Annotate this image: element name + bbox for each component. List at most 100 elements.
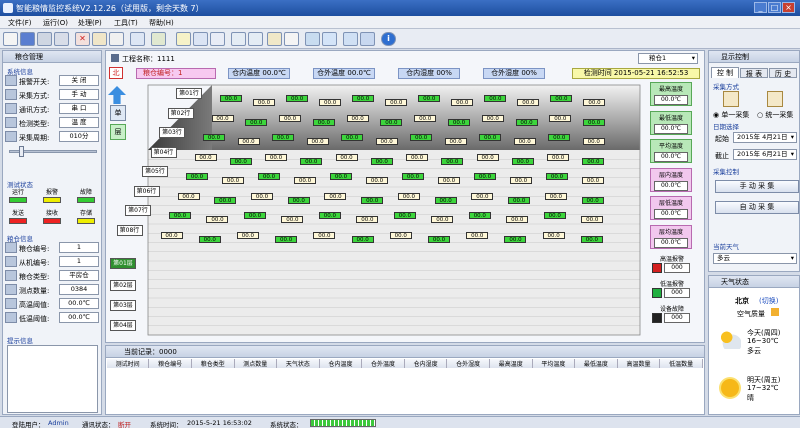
tab-history[interactable]: 历 史	[769, 68, 797, 78]
sensor-cell[interactable]: 00.0	[582, 157, 605, 165]
column-header[interactable]: 平均温度	[532, 359, 576, 368]
sensor-cell[interactable]: 00.0	[169, 212, 191, 219]
sensor-cell[interactable]: 00.0	[583, 118, 606, 126]
connect-icon[interactable]	[151, 32, 166, 46]
sensor-cell[interactable]: 00.0	[543, 212, 566, 219]
new-icon[interactable]	[3, 32, 18, 46]
sensor-cell[interactable]: 00.0	[177, 192, 200, 200]
sensor-cell[interactable]: 00.0	[220, 95, 242, 102]
sensor-cell[interactable]: 00.0	[313, 231, 336, 239]
sensor-cell[interactable]: 00.0	[484, 95, 507, 102]
menu-process[interactable]: 处理(P)	[78, 18, 102, 28]
sensor-cell[interactable]: 00.0	[380, 118, 403, 126]
sensor-cell[interactable]: 00.0	[186, 173, 208, 180]
period-slider-thumb[interactable]	[19, 146, 24, 157]
sensor-cell[interactable]: 00.0	[513, 138, 536, 145]
sensor-cell[interactable]: 00.0	[580, 235, 603, 243]
menu-file[interactable]: 文件(F)	[8, 18, 32, 28]
sensor-cell[interactable]: 00.0	[335, 153, 358, 161]
sensor-cell[interactable]: 00.0	[447, 118, 470, 126]
sensor-cell[interactable]: 00.0	[504, 235, 527, 243]
sensor-cell[interactable]: 00.0	[312, 118, 335, 126]
image-icon[interactable]	[305, 32, 320, 46]
sensor-cell[interactable]: 00.0	[229, 157, 252, 165]
sensor-cell[interactable]: 00.0	[582, 177, 604, 184]
sensor-cell[interactable]: 00.0	[406, 153, 429, 161]
column-header[interactable]: 高温数量	[617, 359, 661, 368]
sensor-cell[interactable]: 00.0	[397, 192, 420, 200]
mode-unified-radio[interactable]: ○ 统一采集	[757, 110, 793, 120]
sensor-cell[interactable]: 00.0	[236, 231, 259, 239]
menu-run[interactable]: 运行(O)	[43, 18, 68, 28]
row-label[interactable]: 第01行	[176, 88, 202, 99]
window-icon[interactable]	[193, 32, 208, 46]
row-label[interactable]: 第05行	[142, 166, 168, 177]
row-label[interactable]: 第02行	[167, 107, 194, 119]
auto-collect-button[interactable]: 自 动 采 集	[715, 201, 799, 214]
comm-mode-value[interactable]: 串 口	[59, 103, 99, 114]
menu-tools[interactable]: 工具(T)	[114, 18, 138, 28]
single-layer-button[interactable]: 单	[110, 105, 126, 121]
sensor-cell[interactable]: 00.0	[434, 196, 457, 204]
sensor-cell[interactable]: 00.0	[479, 134, 502, 141]
sensor-cell[interactable]: 00.0	[581, 216, 604, 223]
sensor-cell[interactable]: 00.0	[253, 99, 276, 106]
sensor-cell[interactable]: 00.0	[160, 231, 183, 239]
sensor-cell[interactable]: 00.0	[243, 212, 266, 219]
sensor-cell[interactable]: 00.0	[506, 216, 529, 223]
sensor-cell[interactable]: 00.0	[194, 153, 217, 161]
column-header[interactable]: 粮仓类型	[191, 359, 235, 368]
layer-label[interactable]: 第02层	[110, 280, 136, 291]
sensor-cell[interactable]: 00.0	[476, 153, 499, 161]
sensor-cell[interactable]: 00.0	[548, 134, 571, 141]
sensor-cell[interactable]: 00.0	[542, 231, 565, 239]
start-date-picker[interactable]: 2015年 4月21日 ▾	[733, 132, 797, 143]
column-header[interactable]: 测点数量	[234, 359, 278, 368]
layer-label[interactable]: 第03层	[110, 300, 136, 311]
sensor-cell[interactable]: 00.0	[438, 177, 460, 184]
network-icon[interactable]	[343, 32, 358, 46]
layout-icon[interactable]	[210, 32, 225, 46]
sensor-cell[interactable]: 00.0	[319, 99, 342, 106]
sensor-cell[interactable]: 00.0	[474, 173, 496, 180]
zoom-in-icon[interactable]	[231, 32, 246, 46]
delete-icon[interactable]: ✕	[75, 32, 90, 46]
column-header[interactable]: 天气状态	[276, 359, 320, 368]
info-icon[interactable]: i	[381, 32, 396, 46]
copy-icon[interactable]	[267, 32, 282, 46]
sensor-cell[interactable]: 00.0	[279, 114, 302, 122]
sensor-cell[interactable]: 00.0	[550, 95, 573, 102]
collect-mode-value[interactable]: 手 动	[59, 89, 99, 100]
sensor-cell[interactable]: 00.0	[300, 157, 323, 165]
sensor-cell[interactable]: 00.0	[510, 177, 532, 184]
chart-icon[interactable]	[130, 32, 145, 46]
sensor-cell[interactable]: 00.0	[265, 153, 288, 161]
preview-icon[interactable]	[54, 32, 69, 46]
sensor-cell[interactable]: 00.0	[410, 134, 433, 141]
sensor-cell[interactable]: 00.0	[466, 231, 489, 239]
row-label[interactable]: 第04行	[150, 146, 177, 158]
sensor-cell[interactable]: 00.0	[441, 157, 464, 165]
sensor-cell[interactable]: 00.0	[341, 134, 364, 141]
sensor-cell[interactable]: 00.0	[511, 157, 534, 165]
sensor-cell[interactable]: 00.0	[237, 138, 260, 145]
layer-label[interactable]: 第04层	[110, 320, 136, 331]
manual-collect-button[interactable]: 手 动 采 集	[715, 180, 799, 193]
sensor-cell[interactable]: 00.0	[287, 196, 310, 204]
sensor-cell[interactable]: 00.0	[203, 134, 225, 141]
sensor-cell[interactable]: 00.0	[547, 153, 570, 161]
tab-control[interactable]: 控 制	[711, 67, 739, 78]
sensor-cell[interactable]: 00.0	[351, 235, 374, 243]
grid-icon[interactable]	[176, 32, 191, 46]
sensor-cell[interactable]: 00.0	[258, 173, 280, 180]
sensor-cell[interactable]: 00.0	[206, 216, 229, 223]
column-header[interactable]: 最低温度	[574, 359, 618, 368]
row-label[interactable]: 第08行	[116, 224, 143, 236]
database-icon[interactable]	[360, 32, 375, 46]
city-switch-link[interactable]: (切换)	[759, 296, 778, 306]
menu-help[interactable]: 帮助(H)	[149, 18, 174, 28]
sensor-cell[interactable]: 00.0	[250, 192, 273, 200]
sensor-cell[interactable]: 00.0	[431, 216, 454, 223]
sensor-cell[interactable]: 00.0	[583, 99, 606, 106]
sensor-cell[interactable]: 00.0	[581, 196, 604, 204]
